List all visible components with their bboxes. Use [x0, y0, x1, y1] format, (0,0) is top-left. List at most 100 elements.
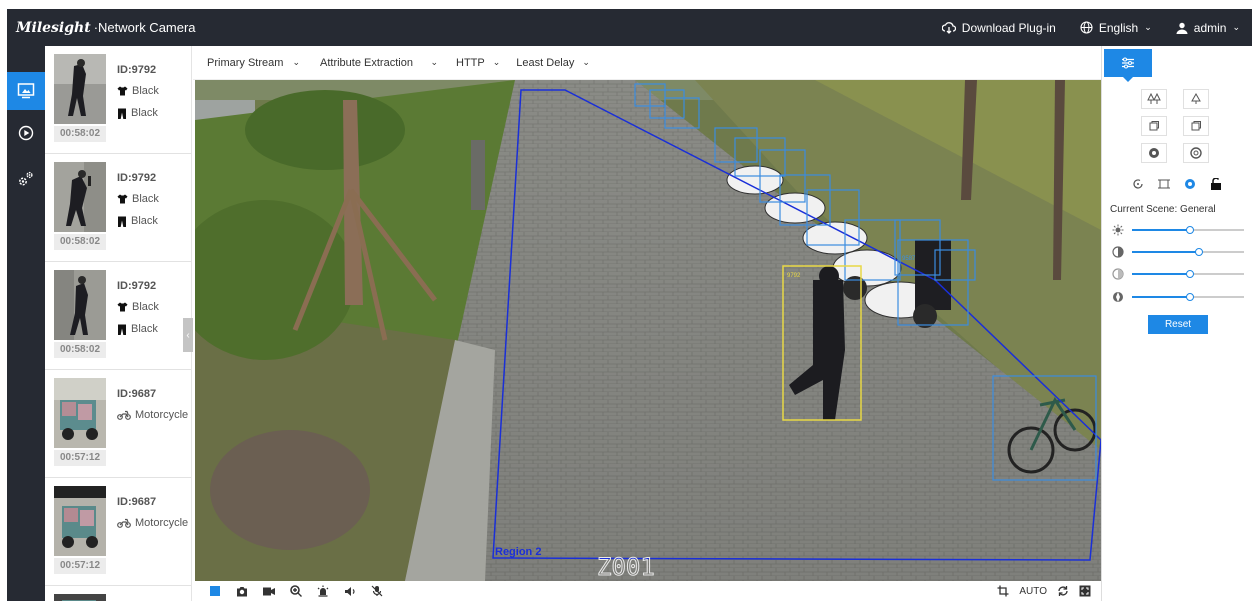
reset-button[interactable]: Reset — [1148, 315, 1208, 334]
event-time: 00:58:02 — [54, 126, 106, 142]
shirt-icon — [117, 86, 128, 96]
attribute-label: Black — [132, 85, 159, 97]
brightness-icon — [1112, 224, 1124, 236]
saturation-slider[interactable] — [1112, 267, 1247, 281]
slider-knob[interactable] — [1195, 248, 1204, 256]
attribute-label: Black — [131, 323, 158, 335]
protocol-select[interactable]: HTTP ⌄ — [456, 57, 500, 69]
mode-select[interactable]: Attribute Extraction ⌄ — [320, 57, 438, 69]
nav-playback[interactable] — [7, 114, 45, 152]
user-menu[interactable]: admin ⌄ — [1176, 21, 1240, 35]
video-frame: Region 2 Z001 9587 9792 — [195, 80, 1101, 581]
event-time: 00:58:02 — [54, 234, 106, 250]
image-settings-tab[interactable] — [1104, 49, 1152, 82]
focus-near-button[interactable] — [1141, 116, 1167, 136]
snapshot-icon[interactable] — [236, 585, 248, 597]
list-item[interactable]: ID:9792 Black Black 00:58:02 — [45, 154, 191, 262]
focus-far-button[interactable] — [1183, 116, 1209, 136]
event-attribute: Black — [117, 85, 159, 97]
stream-select[interactable]: Primary Stream ⌄ — [207, 57, 300, 69]
iris-close-icon — [1190, 147, 1202, 159]
slider-knob[interactable] — [1186, 270, 1195, 278]
nav-live-view[interactable] — [7, 72, 45, 110]
event-thumbnail — [54, 270, 106, 340]
event-attribute: Motorcycle — [117, 517, 188, 529]
language-select[interactable]: English ⌄ — [1080, 21, 1152, 35]
attribute-label: Black — [131, 215, 158, 227]
slider-fill — [1132, 251, 1200, 253]
image-settings-icon[interactable] — [1184, 178, 1196, 190]
one-push-focus-icon[interactable] — [1132, 178, 1144, 190]
crop-icon[interactable] — [997, 585, 1009, 597]
event-attribute: Black — [117, 215, 158, 227]
delay-select-value: Least Delay — [516, 56, 575, 69]
microphone-muted-icon[interactable] — [371, 585, 383, 597]
nav-settings[interactable] — [7, 160, 45, 198]
pants-icon — [118, 216, 126, 227]
top-header: Milesight ·Network Camera Download Plug-… — [7, 9, 1252, 46]
event-thumbnail — [54, 162, 106, 232]
attribute-label: Motorcycle — [135, 517, 189, 529]
mode-select-value: Attribute Extraction — [320, 56, 413, 69]
chevron-down-icon: ⌄ — [1232, 22, 1240, 32]
focus-near-icon — [1149, 121, 1159, 131]
slider-knob[interactable] — [1186, 293, 1195, 301]
auto-label[interactable]: AUTO — [1019, 586, 1047, 597]
attribute-label: Black — [132, 193, 159, 205]
brightness-slider[interactable] — [1112, 223, 1247, 237]
refresh-icon[interactable] — [1057, 585, 1069, 597]
sliders-icon — [1122, 57, 1134, 69]
zone-label: Z001 — [597, 553, 655, 581]
playback-icon — [18, 125, 34, 141]
iris-close-button[interactable] — [1183, 143, 1209, 163]
live-video[interactable]: Region 2 Z001 9587 9792 — [195, 80, 1101, 581]
collapse-events-handle[interactable]: ‹ — [183, 318, 193, 352]
list-item[interactable]: ID:9792 Black Black 00:58:02 — [45, 262, 191, 370]
stream-select-value: Primary Stream — [207, 56, 284, 69]
zoom-wide-button[interactable] — [1183, 89, 1209, 109]
list-item[interactable]: ID:9687 Motorcycle 00:57:12 — [45, 478, 191, 586]
list-item[interactable] — [45, 586, 191, 601]
download-plugin-label: Download Plug-in — [961, 20, 1056, 35]
iris-open-button[interactable] — [1141, 143, 1167, 163]
globe-icon — [1080, 21, 1093, 34]
video-view-controls: AUTO — [997, 585, 1091, 597]
brand-logo: Milesight — [16, 19, 91, 36]
delay-select[interactable]: Least Delay ⌄ — [516, 57, 590, 69]
chevron-down-icon: ⌄ — [430, 57, 438, 67]
trees-icon — [1147, 93, 1161, 104]
contrast-icon — [1112, 246, 1124, 258]
frame-icon[interactable] — [1158, 178, 1170, 190]
list-item[interactable]: ID:9792 Black Black 00:58:02 — [45, 46, 191, 154]
user-label: admin — [1193, 20, 1227, 35]
vehicle-tag: 9587 — [902, 256, 916, 262]
lock-icon[interactable] — [1210, 178, 1222, 190]
current-scene-label: Current Scene: General — [1110, 204, 1216, 215]
event-id: ID:9792 — [117, 64, 157, 76]
iris-open-icon — [1149, 148, 1159, 158]
stop-icon[interactable] — [209, 585, 221, 597]
zoom-in-icon[interactable] — [290, 585, 302, 597]
download-plugin-link[interactable]: Download Plug-in — [941, 20, 1056, 35]
audio-icon[interactable] — [344, 585, 356, 597]
slider-knob[interactable] — [1186, 226, 1195, 234]
contrast-slider[interactable] — [1112, 245, 1247, 259]
event-attribute: Black — [117, 301, 159, 313]
slider-fill — [1132, 296, 1191, 298]
list-item[interactable]: ID:9687 Motorcycle 00:57:12 — [45, 370, 191, 478]
settings-gears-icon — [19, 171, 33, 186]
shirt-icon — [117, 302, 128, 312]
attribute-label: Black — [131, 107, 158, 119]
tree-icon — [1191, 93, 1201, 104]
product-name: ·Network Camera — [93, 19, 196, 35]
user-icon — [1176, 22, 1188, 34]
attribute-label: Black — [132, 301, 159, 313]
sharpness-slider[interactable] — [1112, 290, 1247, 304]
app-window: Milesight ·Network Camera Download Plug-… — [0, 0, 1252, 601]
panel-mode-icons — [1132, 178, 1222, 190]
zoom-tele-button[interactable] — [1141, 89, 1167, 109]
event-thumbnail — [54, 594, 106, 601]
fullscreen-icon[interactable] — [1079, 585, 1091, 597]
record-icon[interactable] — [263, 585, 275, 597]
alarm-icon[interactable] — [317, 585, 329, 597]
